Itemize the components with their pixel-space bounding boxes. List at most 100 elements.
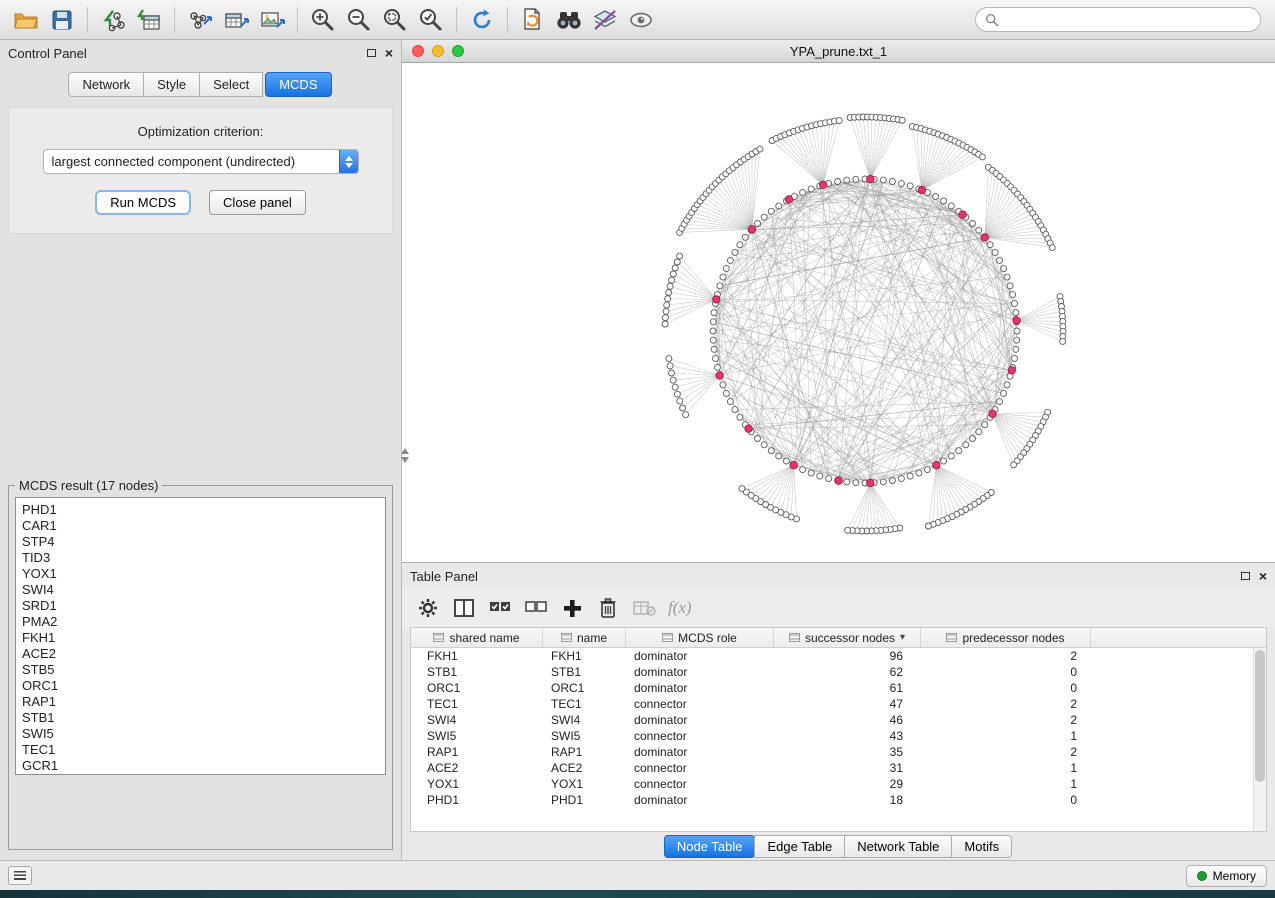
table-row[interactable]: SWI4SWI4dominator462 [411, 712, 1266, 728]
import-table-button[interactable] [131, 4, 167, 36]
mcds-result-item[interactable]: FKH1 [22, 630, 383, 646]
mcds-result-item[interactable]: SWI5 [22, 726, 383, 742]
network-canvas[interactable] [402, 63, 1275, 562]
tab-network[interactable]: Network [68, 72, 144, 97]
table-row[interactable]: ACE2ACE2connector311 [411, 760, 1266, 776]
float-panel-icon[interactable] [367, 49, 376, 57]
zoom-out-button[interactable] [341, 4, 377, 36]
table-cell: 29 [774, 776, 921, 792]
import-network-button[interactable] [95, 4, 131, 36]
table-cell: 96 [774, 648, 921, 664]
filter-layers-button[interactable] [587, 4, 623, 36]
mcds-result-item[interactable]: STB5 [22, 662, 383, 678]
mcds-result-item[interactable]: TEC1 [22, 742, 383, 758]
minimize-window-icon[interactable] [432, 45, 444, 57]
mcds-result-item[interactable]: STP4 [22, 534, 383, 550]
task-history-button[interactable] [8, 866, 32, 885]
save-button[interactable] [44, 4, 80, 36]
tab-select[interactable]: Select [199, 72, 263, 97]
table-cell: connector [626, 760, 774, 776]
create-column-button[interactable] [556, 593, 588, 623]
select-all-button[interactable] [484, 593, 516, 623]
delete-table-button[interactable] [628, 593, 660, 623]
sort-arrow-icon[interactable]: ▾ [900, 632, 905, 643]
close-panel-icon[interactable]: × [385, 46, 393, 60]
column-header-mcds-role[interactable]: MCDS role [626, 628, 774, 647]
mcds-result-item[interactable]: STB1 [22, 710, 383, 726]
tab-motifs[interactable]: Motifs [951, 835, 1012, 858]
column-grid-icon [561, 633, 572, 642]
table-row[interactable]: PHD1PHD1dominator180 [411, 792, 1266, 808]
column-header-shared-name[interactable]: shared name [411, 628, 543, 647]
splitter-expand-icon[interactable] [401, 457, 409, 463]
mcds-result-item[interactable]: YOX1 [22, 566, 383, 582]
export-network-button[interactable] [182, 4, 218, 36]
search-box[interactable] [975, 7, 1261, 32]
tab-edge-table[interactable]: Edge Table [754, 835, 845, 858]
table-row[interactable]: STB1STB1dominator620 [411, 664, 1266, 680]
network-window-titlebar[interactable]: YPA_prune.txt_1 [402, 40, 1275, 63]
zoom-fit-button[interactable] [377, 4, 413, 36]
tab-network-table[interactable]: Network Table [844, 835, 952, 858]
zoom-in-button[interactable] [305, 4, 341, 36]
mcds-result-item[interactable]: ORC1 [22, 678, 383, 694]
table-row[interactable]: RAP1RAP1dominator352 [411, 744, 1266, 760]
memory-button[interactable]: Memory [1186, 865, 1267, 887]
function-builder-icon[interactable]: f(x) [668, 598, 692, 618]
export-image-button[interactable] [254, 4, 290, 36]
table-row[interactable]: SWI5SWI5connector431 [411, 728, 1266, 744]
optimization-criterion-dropdown[interactable]: largest connected component (undirected) [43, 149, 359, 174]
table-cell: 61 [774, 680, 921, 696]
close-panel-icon[interactable]: × [1259, 569, 1267, 583]
table-row[interactable]: ORC1ORC1dominator610 [411, 680, 1266, 696]
share-document-button[interactable] [515, 4, 551, 36]
table-cell: 35 [774, 744, 921, 760]
run-mcds-button[interactable]: Run MCDS [95, 190, 191, 215]
mcds-result-item[interactable]: RAP1 [22, 694, 383, 710]
column-label: successor nodes [805, 631, 895, 645]
show-columns-button[interactable] [448, 593, 480, 623]
panel-splitter[interactable] [401, 448, 408, 463]
mcds-result-item[interactable]: SRD1 [22, 598, 383, 614]
network-graph[interactable] [402, 63, 1274, 563]
column-header-successor-nodes[interactable]: successor nodes ▾ [774, 628, 921, 647]
tab-style[interactable]: Style [143, 72, 200, 97]
maximize-window-icon[interactable] [452, 45, 464, 57]
mcds-result-item[interactable]: ACE2 [22, 646, 383, 662]
mcds-result-item[interactable]: TID3 [22, 550, 383, 566]
column-header-predecessor-nodes[interactable]: predecessor nodes [921, 628, 1091, 647]
refresh-layout-button[interactable] [464, 4, 500, 36]
mcds-result-item[interactable]: CAR1 [22, 518, 383, 534]
deselect-all-button[interactable] [520, 593, 552, 623]
zoom-selected-button[interactable] [413, 4, 449, 36]
export-table-button[interactable] [218, 4, 254, 36]
table-header-row: shared namenameMCDS role successor nodes ▾… [411, 628, 1266, 648]
splitter-collapse-icon[interactable] [401, 448, 409, 454]
table-cell: 62 [774, 664, 921, 680]
tab-node-table[interactable]: Node Table [664, 835, 756, 858]
mcds-result-item[interactable]: GCR1 [22, 758, 383, 774]
table-row[interactable]: YOX1YOX1connector291 [411, 776, 1266, 792]
close-panel-button[interactable]: Close panel [209, 190, 306, 215]
column-header-name[interactable]: name [543, 628, 626, 647]
close-window-icon[interactable] [412, 45, 424, 57]
scrollbar-thumb[interactable] [1255, 650, 1265, 782]
table-cell: SWI4 [411, 712, 543, 728]
tab-mcds[interactable]: MCDS [265, 72, 331, 97]
mcds-result-item[interactable]: PHD1 [22, 502, 383, 518]
table-settings-button[interactable] [412, 593, 444, 623]
first-neighbors-button[interactable] [551, 4, 587, 36]
table-cell: dominator [626, 664, 774, 680]
mcds-result-item[interactable]: SWI4 [22, 582, 383, 598]
open-file-button[interactable] [8, 4, 44, 36]
table-cell: SWI5 [411, 728, 543, 744]
table-scrollbar[interactable] [1253, 648, 1266, 831]
mcds-result-item[interactable]: PMA2 [22, 614, 383, 630]
float-panel-icon[interactable] [1241, 572, 1250, 580]
search-input[interactable] [1005, 12, 1251, 27]
mcds-result-list[interactable]: PHD1CAR1STP4TID3YOX1SWI4SRD1PMA2FKH1ACE2… [15, 497, 386, 775]
table-row[interactable]: TEC1TEC1connector472 [411, 696, 1266, 712]
table-row[interactable]: FKH1FKH1dominator962 [411, 648, 1266, 664]
show-hide-button[interactable] [623, 4, 659, 36]
delete-column-button[interactable] [592, 593, 624, 623]
